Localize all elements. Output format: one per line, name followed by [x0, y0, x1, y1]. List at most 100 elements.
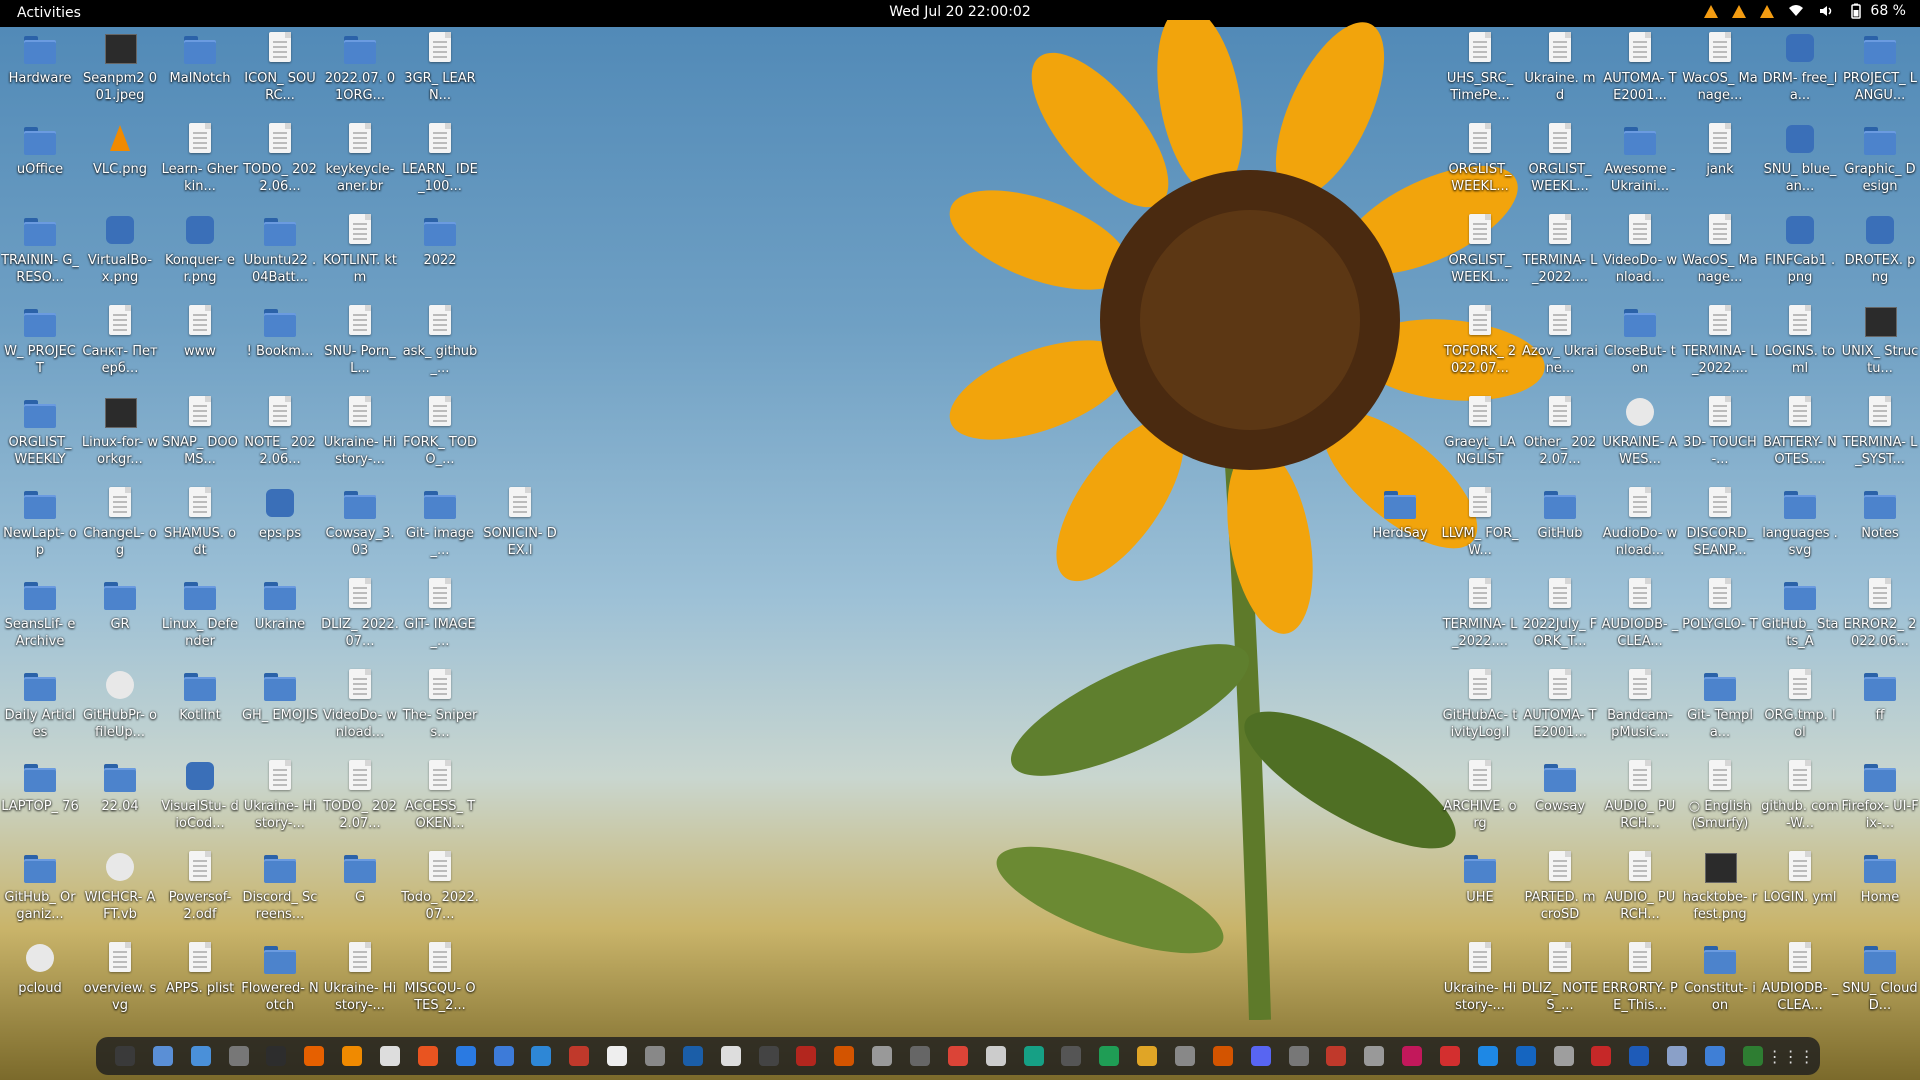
desktop-icon[interactable]: Todo_ 2022.07... — [400, 849, 480, 940]
desktop-icon[interactable]: Санкт- Петерб... — [80, 303, 160, 394]
desktop-icon[interactable]: TODO_ 2022.07... — [320, 758, 400, 849]
files-icon[interactable] — [152, 1046, 173, 1066]
desktop-icon[interactable]: GitHub_ Stats_A — [1760, 576, 1840, 667]
battery-percent[interactable]: 68 % — [1870, 3, 1906, 19]
desktop-icon[interactable]: W_ PROJECT — [0, 303, 80, 394]
desktop-icon[interactable]: GitHub — [1520, 485, 1600, 576]
desktop-icon[interactable]: jank — [1680, 121, 1760, 212]
desktop-icon[interactable]: TERMINA- L_2022.... — [1680, 303, 1760, 394]
terminal-icon[interactable] — [114, 1046, 135, 1066]
formula-icon[interactable] — [1364, 1046, 1385, 1066]
desktop-icon[interactable]: AUTOMA- TE2001... — [1520, 667, 1600, 758]
desktop-icon[interactable]: TODO_ 2022.06... — [240, 121, 320, 212]
desktop-icon[interactable]: Learn- Gherkin... — [160, 121, 240, 212]
desktop-icon[interactable]: PARTED. mcroSD — [1520, 849, 1600, 940]
desktop-icon[interactable]: Other_ 2022.07... — [1520, 394, 1600, 485]
warning-icon[interactable] — [1732, 4, 1747, 18]
desktop-icon[interactable]: 2022.07. 01ORG... — [320, 30, 400, 121]
desktop-icon[interactable]: Ukraine — [240, 576, 320, 667]
desktop-icon[interactable]: ORGLIST_ WEEKL... — [1520, 121, 1600, 212]
desktop-icon[interactable]: eps.ps — [240, 485, 320, 576]
desktop-icon[interactable]: GitHubPr- ofileUp... — [80, 667, 160, 758]
desktop-icon[interactable]: WacOS_ Manage... — [1680, 212, 1760, 303]
desktop-icon[interactable]: keykeycle- aner.br — [320, 121, 400, 212]
desktop-icon[interactable]: WICHCR- AFT.vb — [80, 849, 160, 940]
desktop-icon[interactable]: AUTOMA- TE2001... — [1600, 30, 1680, 121]
desktop-icon[interactable]: VisualStu- dioCod... — [160, 758, 240, 849]
github-icon[interactable] — [720, 1046, 741, 1066]
desktop-icon[interactable]: Ukraine. md — [1520, 30, 1600, 121]
show-apps-icon[interactable]: ⋮⋮⋮ — [1767, 1046, 1815, 1066]
desktop-icon[interactable]: DISCORD_ SEANP... — [1680, 485, 1760, 576]
desktop-icon[interactable]: Notes — [1840, 485, 1920, 576]
desktop-icon[interactable]: VLC.png — [80, 121, 160, 212]
desktop-icon[interactable]: ChangeL- og — [80, 485, 160, 576]
console-icon[interactable] — [266, 1046, 287, 1066]
desktop-icon[interactable]: ORGLIST_ WEEKL... — [1440, 212, 1520, 303]
desktop-icon[interactable]: BATTERY- NOTES.... — [1760, 394, 1840, 485]
warning-icon[interactable] — [1704, 4, 1719, 18]
notes-icon[interactable] — [493, 1046, 514, 1066]
desktop-icon[interactable]: FORK_ TODO_... — [400, 394, 480, 485]
desktop-icon[interactable]: Graphic_ Design — [1840, 121, 1920, 212]
desktop-icon[interactable]: TOFORK_ 2022.07... — [1440, 303, 1520, 394]
desktop-icon[interactable]: TERMINA- L_SYST... — [1840, 394, 1920, 485]
desktop-icon[interactable]: Seanpm2 001.jpeg — [80, 30, 160, 121]
desktop-icon[interactable]: ff — [1840, 667, 1920, 758]
desktop-icon[interactable]: UKRAINE- AWES... — [1600, 394, 1680, 485]
desktop-icon[interactable]: AudioDo- wnload... — [1600, 485, 1680, 576]
wifi-icon[interactable] — [1788, 3, 1804, 19]
desktop-icon[interactable]: SNU_ blue_an... — [1760, 121, 1840, 212]
desktop-icon[interactable]: www — [160, 303, 240, 394]
desktop-icon[interactable]: HerdSay — [1360, 485, 1440, 542]
desktop-icon[interactable]: 3D- TOUCH-... — [1680, 394, 1760, 485]
desktop-icon[interactable]: ! Bookm... — [240, 303, 320, 394]
desktop-icon[interactable]: KOTLINT. ktm — [320, 212, 400, 303]
desktop-icon[interactable]: Daily Articles — [0, 667, 80, 758]
chrome-icon[interactable] — [947, 1046, 968, 1066]
desktop-icon[interactable]: uOffice — [0, 121, 80, 212]
disk-icon[interactable] — [1174, 1046, 1195, 1066]
desktop-icon[interactable]: Powersof- 2.odf — [160, 849, 240, 940]
screenshot-icon[interactable] — [909, 1046, 930, 1066]
desktop-icon[interactable]: ERROR2_ 2022.06... — [1840, 576, 1920, 667]
desktop-icon[interactable]: Graeyt_ LANGLIST — [1440, 394, 1520, 485]
desktop-icon[interactable]: AUDIO_ PURCH... — [1600, 849, 1680, 940]
grid-doc-icon[interactable] — [1667, 1046, 1688, 1066]
desktop-icon[interactable]: Azov_ Ukraine... — [1520, 303, 1600, 394]
calc-sheet-icon[interactable] — [1099, 1046, 1120, 1066]
desktop-icon[interactable]: languages .svg — [1760, 485, 1840, 576]
desktop-icon[interactable]: Ukraine- History-... — [320, 394, 400, 485]
desktop-icon[interactable]: ○ English (Smurfy) — [1680, 758, 1760, 849]
paper-icon[interactable] — [985, 1046, 1006, 1066]
pdf-icon[interactable] — [1326, 1046, 1347, 1066]
desktop-icon[interactable]: GR — [80, 576, 160, 667]
desktop-icon[interactable]: GitHubAc- tivityLog.l — [1440, 667, 1520, 758]
desktop-icon[interactable]: ORG.tmp. lol — [1760, 667, 1840, 758]
fox-icon[interactable] — [834, 1046, 855, 1066]
desktop-icon[interactable]: Konquer- er.png — [160, 212, 240, 303]
chromium-icon[interactable] — [379, 1046, 400, 1066]
desktop-icon[interactable]: TERMINA- L_2022.... — [1440, 576, 1520, 667]
inkscape-icon[interactable] — [758, 1046, 779, 1066]
steam-icon[interactable] — [1288, 1046, 1309, 1066]
desktop-icon[interactable]: Linux-for- workgr... — [80, 394, 160, 485]
desktop-icon[interactable]: TRAININ- G_RESO... — [0, 212, 80, 303]
desktop-icon[interactable]: Linux_ Defender — [160, 576, 240, 667]
desktop-icon[interactable]: ask_ github_... — [400, 303, 480, 394]
virtualbox-icon[interactable] — [682, 1046, 703, 1066]
desktop-icon[interactable]: SeansLif- eArchive — [0, 576, 80, 667]
clock[interactable]: Wed Jul 20 22:00:02 — [0, 4, 1920, 20]
desktop-icon[interactable]: ORGLIST_ WEEKL... — [1440, 121, 1520, 212]
desktop-icon[interactable]: SNU_ CloudD... — [1840, 940, 1920, 1031]
desktop-icon[interactable]: Cowsay_3. 03 — [320, 485, 400, 576]
desktop-icon[interactable]: MISCQU- OTES_2... — [400, 940, 480, 1031]
folder-dock-icon[interactable] — [1137, 1046, 1158, 1066]
writer-icon[interactable] — [455, 1046, 476, 1066]
desktop-icon[interactable]: Flowered- Notch — [240, 940, 320, 1031]
volume-icon[interactable] — [1818, 3, 1834, 19]
desktop-icon[interactable]: Awesome -Ukraini... — [1600, 121, 1680, 212]
desktop-icon[interactable]: Git- Templa... — [1680, 667, 1760, 758]
desktop-icon[interactable]: POLYGLO- T — [1680, 576, 1760, 667]
desktop-icon[interactable]: FINFCab1 .png — [1760, 212, 1840, 303]
